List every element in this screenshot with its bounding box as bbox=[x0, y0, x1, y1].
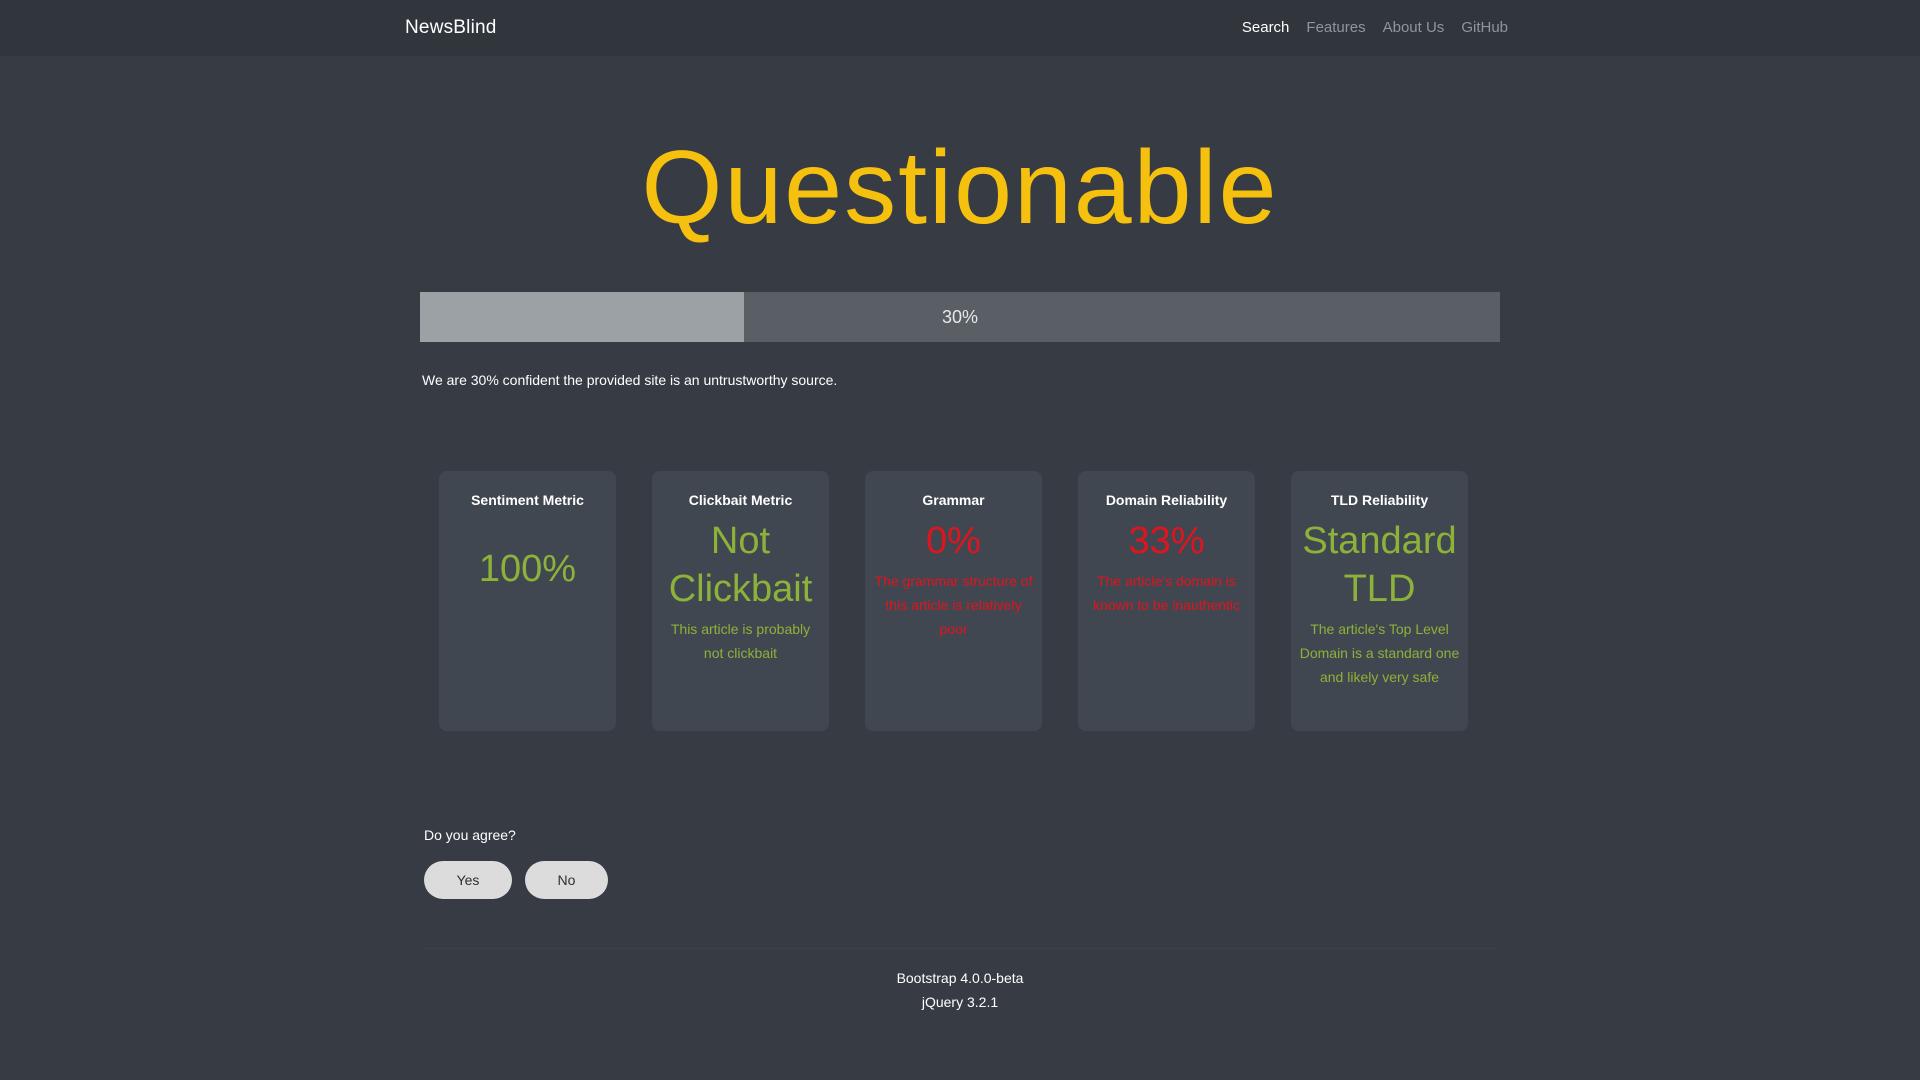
footer-line-jquery: jQuery 3.2.1 bbox=[921, 994, 999, 1010]
metric-card-clickbait: Clickbait Metric Not Clickbait This arti… bbox=[652, 471, 829, 731]
brand-logo[interactable]: NewsBlind bbox=[405, 17, 497, 39]
metric-card-tld-reliability: TLD Reliability Standard TLD The article… bbox=[1291, 471, 1468, 731]
nav-links: Search Features About Us GitHub bbox=[1225, 19, 1508, 36]
no-button[interactable]: No bbox=[525, 861, 608, 899]
metric-value: 33% bbox=[1128, 520, 1205, 562]
metric-description: This article is probably not clickbait bbox=[670, 621, 811, 661]
metric-value: 0% bbox=[926, 520, 981, 562]
progress-label: 30% bbox=[941, 307, 979, 327]
metric-title: Grammar bbox=[922, 492, 985, 508]
metric-card-grammar: Grammar 0% The grammar structure of this… bbox=[865, 471, 1042, 731]
metric-title: Clickbait Metric bbox=[688, 492, 793, 508]
metric-card-domain-reliability: Domain Reliability 33% The article's dom… bbox=[1078, 471, 1255, 731]
metric-value: 100% bbox=[478, 548, 577, 590]
metric-description: The article's Top Level Domain is a stan… bbox=[1299, 621, 1460, 685]
footer-divider bbox=[420, 948, 1500, 949]
metric-description: The grammar structure of this article is… bbox=[874, 573, 1033, 637]
nav-link-features[interactable]: Features bbox=[1306, 19, 1365, 36]
confidence-text: We are 30% confident the provided site i… bbox=[422, 372, 838, 388]
footer: Bootstrap 4.0.0-beta jQuery 3.2.1 bbox=[0, 966, 1920, 1014]
metric-description: The article's domain is known to be inau… bbox=[1092, 573, 1241, 613]
verdict-headline: Questionable bbox=[641, 130, 1279, 246]
footer-line-bootstrap: Bootstrap 4.0.0-beta bbox=[896, 970, 1024, 986]
metric-value: Standard TLD bbox=[1302, 520, 1457, 610]
nav-link-search[interactable]: Search bbox=[1242, 19, 1290, 36]
navbar: NewsBlind Search Features About Us GitHu… bbox=[0, 0, 1920, 56]
metric-title: TLD Reliability bbox=[1330, 492, 1429, 508]
metric-card-sentiment: Sentiment Metric 100% bbox=[439, 471, 616, 731]
metric-title: Sentiment Metric bbox=[471, 492, 584, 508]
metric-cards: Sentiment Metric 100% Clickbait Metric N… bbox=[439, 471, 1468, 731]
yes-button[interactable]: Yes bbox=[424, 861, 512, 899]
confidence-progress-bar: 30% bbox=[420, 292, 1500, 342]
metric-title: Domain Reliability bbox=[1105, 492, 1228, 508]
nav-link-github[interactable]: GitHub bbox=[1461, 19, 1508, 36]
feedback-question: Do you agree? bbox=[424, 827, 516, 843]
nav-link-about-us[interactable]: About Us bbox=[1383, 19, 1445, 36]
metric-value: Not Clickbait bbox=[668, 520, 813, 610]
